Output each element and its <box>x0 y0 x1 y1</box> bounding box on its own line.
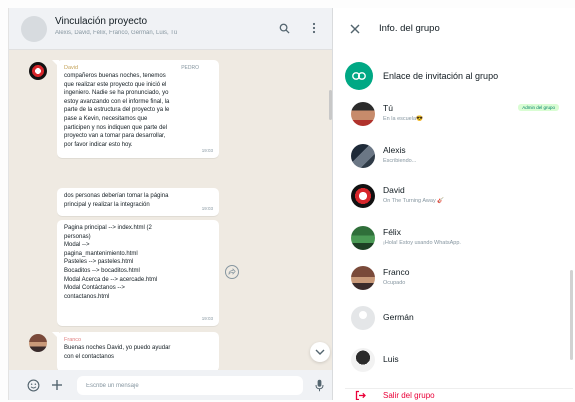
forward-icon[interactable] <box>225 265 239 279</box>
member-name: Félix <box>383 227 401 237</box>
member-avatar <box>351 348 375 372</box>
message-line: principal y realizar la integración <box>64 201 150 208</box>
member-item[interactable]: Félix ¡Hola! Estoy usando WhatsApp. <box>345 224 573 262</box>
menu-dots-icon[interactable] <box>305 19 323 37</box>
admin-badge: Admin del grupo <box>518 104 559 111</box>
message-line: pase a Kevin, necesitamos que <box>64 115 148 122</box>
group-info-header: Info. del grupo <box>333 8 575 50</box>
member-item[interactable]: Franco Ocupado <box>345 264 573 302</box>
group-avatar[interactable] <box>21 16 47 42</box>
member-status: ¡Hola! Estoy usando WhatsApp. <box>383 240 461 246</box>
search-icon[interactable] <box>275 19 293 37</box>
avatar-franco[interactable] <box>29 334 47 352</box>
message-line: contactanos.html <box>64 293 110 300</box>
member-name: David <box>383 185 405 195</box>
message-line: Modal --> <box>64 242 90 249</box>
member-name: Germán <box>383 312 414 322</box>
group-info-pane: Info. del grupo Enlace de invitación al … <box>332 8 575 400</box>
exit-icon <box>355 390 366 400</box>
message-line: dos personas deberían tomar la página <box>64 193 169 199</box>
info-scrollbar[interactable] <box>570 270 573 360</box>
message-line: por favor indicar esto hoy. <box>64 141 133 148</box>
message-time: 19:03 <box>201 148 213 154</box>
message-bubble[interactable]: Franco Buenas noches David, yo puedo ayu… <box>57 332 219 372</box>
message-line: compañeros buenas noches, tenemos <box>64 73 166 79</box>
message-line: proyecto van a tomar para desarrollar, <box>64 133 166 140</box>
message-line: Modal Acerca de --> acercade.html <box>64 276 158 283</box>
exit-group-button[interactable]: Salir del grupo <box>345 388 573 400</box>
message-sender: Franco <box>64 337 82 343</box>
member-name: Alexis <box>383 145 406 155</box>
message-input[interactable] <box>77 376 303 395</box>
attach-plus-icon[interactable] <box>49 377 65 393</box>
message-bubble[interactable]: dos personas deberían tomar la página pr… <box>57 188 219 216</box>
message-line: Buenas noches David, yo puedo ayudar <box>64 345 171 351</box>
message-line: parte de la estructura del proyecto ya l… <box>64 107 170 114</box>
member-name: Tú <box>383 103 393 113</box>
member-name: Luis <box>383 354 399 364</box>
group-info-title: Info. del grupo <box>379 23 440 34</box>
member-item[interactable]: Tú En la escuela😎 Admin del grupo <box>345 100 573 138</box>
message-line: Pasteles --> pasteles.html <box>64 259 134 266</box>
message-bubble[interactable]: Pagina principal --> index.html (2 perso… <box>57 220 219 326</box>
member-item[interactable]: David On The Turning Away 🎸 <box>345 182 573 220</box>
message-tag: PEDRO <box>181 65 199 71</box>
message-composer <box>9 370 332 400</box>
avatar-david[interactable] <box>29 62 47 80</box>
emoji-icon[interactable] <box>25 377 41 393</box>
message-line: personas) <box>64 233 91 240</box>
message-bubble[interactable]: David PEDRO compañeros buenas noches, te… <box>57 60 219 158</box>
message-line: Modal Contáctanos --> <box>64 285 125 292</box>
message-line: pagina_mantenimiento.html <box>64 250 138 257</box>
member-item[interactable]: Alexis Escribiendo... <box>345 142 573 180</box>
member-item[interactable]: Luis <box>345 346 573 384</box>
scroll-down-button[interactable] <box>310 342 330 362</box>
divider <box>345 388 573 389</box>
member-name: Franco <box>383 267 410 277</box>
member-status: On The Turning Away 🎸 <box>383 198 445 204</box>
message-line: Pagina principal --> index.html (2 <box>64 225 152 231</box>
member-item[interactable]: Germán <box>345 304 573 342</box>
message-line: que realizar este proyecto que inició el <box>64 81 167 88</box>
chat-title: Vinculación proyecto <box>55 16 148 27</box>
member-avatar <box>351 144 375 168</box>
message-line: participen y nos indiquen que parte del <box>64 124 168 131</box>
microphone-icon[interactable] <box>311 377 327 393</box>
message-line: ingeniero. Nadie se ha pronunciado, yo <box>64 90 169 97</box>
exit-group-label: Salir del grupo <box>383 391 435 400</box>
message-line: Bocaditos --> bocaditos.html <box>64 267 140 274</box>
link-icon <box>345 62 373 90</box>
message-time: 19:03 <box>201 316 213 322</box>
member-status: Escribiendo... <box>383 158 417 164</box>
message-line: con el contactanos <box>64 353 115 360</box>
chat-header[interactable]: Vinculación proyecto Alexis, David, Féli… <box>9 8 332 50</box>
member-avatar <box>351 184 375 208</box>
chat-pane: Vinculación proyecto Alexis, David, Féli… <box>8 8 332 400</box>
whatsapp-web-window: Vinculación proyecto Alexis, David, Féli… <box>0 0 575 402</box>
chat-members: Alexis, David, Félix, Franco, Germán, Lu… <box>55 30 178 36</box>
member-avatar <box>351 266 375 290</box>
close-icon[interactable] <box>347 21 363 37</box>
member-avatar <box>351 226 375 250</box>
member-avatar <box>351 102 375 126</box>
invite-link-item[interactable]: Enlace de invitación al grupo <box>345 62 565 92</box>
member-status: Ocupado <box>383 280 406 286</box>
member-status: En la escuela😎 <box>383 116 423 122</box>
member-avatar <box>351 306 375 330</box>
invite-link-label: Enlace de invitación al grupo <box>383 71 499 81</box>
message-time: 19:03 <box>201 206 213 212</box>
message-line: estoy avanzando con el informe final, la <box>64 98 170 105</box>
